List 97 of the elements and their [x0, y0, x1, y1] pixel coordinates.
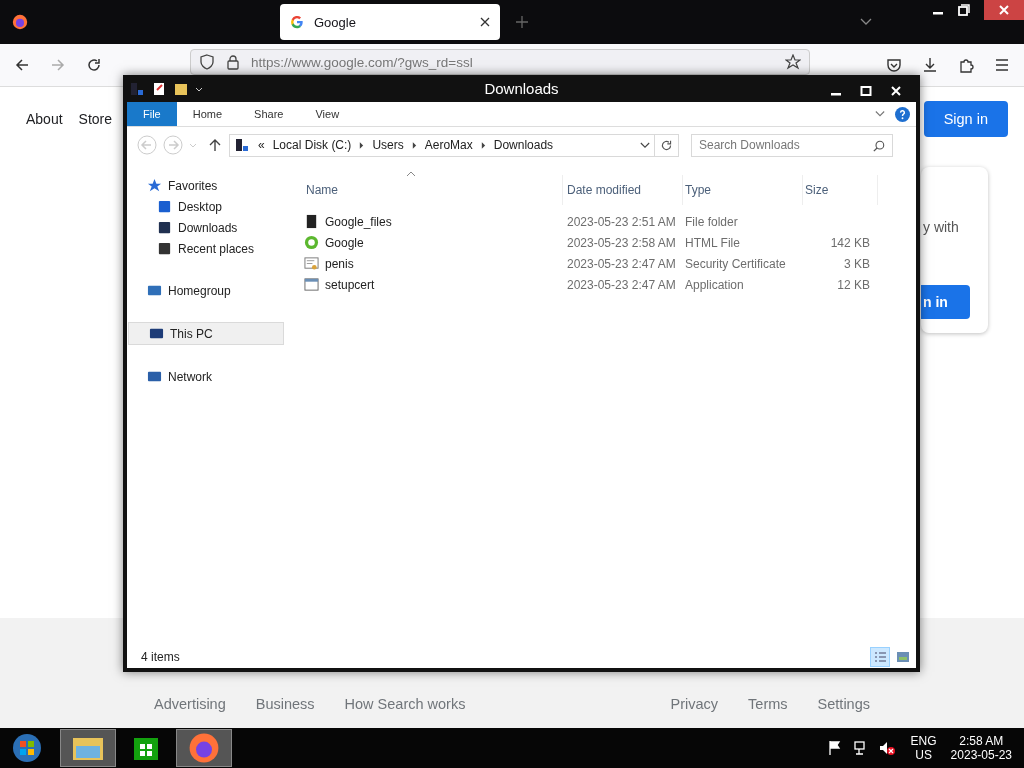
file-name: penis: [325, 256, 354, 271]
table-cell-text: Application: [684, 277, 745, 292]
ribbon-tab[interactable]: File: [127, 102, 177, 126]
up-arrow-icon[interactable]: [209, 138, 221, 152]
firefox-icon: [188, 732, 220, 764]
ribbon-tab[interactable]: Share: [238, 102, 300, 126]
chevron-right-icon: [411, 141, 417, 149]
sidebar-item[interactable]: Homegroup: [127, 280, 284, 301]
globe-icon: [304, 235, 319, 250]
sign-in-button[interactable]: n in: [921, 285, 970, 319]
back-icon[interactable]: [14, 57, 30, 73]
google-g-icon: [290, 15, 304, 29]
shield-icon: [199, 54, 215, 70]
chevron-down-icon[interactable]: [875, 110, 885, 118]
table-cell: 142 KB: [830, 235, 870, 250]
footer-link[interactable]: How Search works: [344, 696, 466, 712]
table-cell-text: 2023-05-23 2:51 AM: [566, 214, 677, 229]
menu-icon[interactable]: [994, 57, 1010, 73]
start-orb-icon[interactable]: [12, 733, 42, 763]
file-row[interactable]: Google_files 2023-05-23 2:51 AM File folder: [304, 211, 916, 232]
close-icon: [998, 4, 1010, 16]
sidebar-item[interactable]: Network: [127, 366, 284, 387]
table-cell-text: 2023-05-23 2:47 AM: [566, 277, 677, 292]
help-icon[interactable]: [895, 106, 910, 122]
puzzle-icon[interactable]: [958, 57, 974, 73]
chevron-down-icon[interactable]: [640, 141, 650, 149]
ribbon-tab[interactable]: View: [299, 102, 356, 126]
window-icon: [304, 277, 319, 292]
computer-icon: [234, 137, 250, 153]
file-row[interactable]: Google 2023-05-23 2:58 AM HTML File 142 KB: [304, 232, 916, 253]
footer-link[interactable]: Settings: [817, 696, 870, 712]
footer-link[interactable]: Advertising: [154, 696, 226, 712]
refresh-icon: [660, 138, 673, 152]
table-cell: 3 KB: [844, 256, 870, 271]
address-bar[interactable]: « Local Disk (C:) Users AeroMax Downloads: [229, 133, 655, 157]
column-header[interactable]: Name: [304, 175, 563, 205]
close-button[interactable]: [984, 0, 1024, 20]
computer-icon[interactable]: [129, 80, 145, 97]
sign-in-button[interactable]: Sign in: [923, 101, 1008, 137]
breadcrumb-item[interactable]: Downloads: [493, 138, 554, 152]
language-indicator[interactable]: ENG US: [910, 734, 937, 762]
sidebar-item[interactable]: Recent places: [127, 238, 284, 259]
breadcrumb-item[interactable]: «: [258, 138, 265, 152]
sidebar-item[interactable]: This PC: [128, 322, 284, 345]
table-cell-text: 2023-05-23 2:47 AM: [566, 256, 677, 271]
breadcrumb-item[interactable]: AeroMax: [424, 138, 473, 152]
maximize-icon[interactable]: [860, 84, 872, 97]
file-row[interactable]: setupcert 2023-05-23 2:47 AM Application 12 KB: [304, 274, 916, 295]
chevron-right-icon: [480, 141, 486, 149]
window-title: Downloads: [484, 80, 559, 97]
breadcrumb-item[interactable]: Users: [372, 138, 404, 152]
pocket-icon[interactable]: [886, 57, 902, 73]
column-header[interactable]: Date modified: [563, 175, 683, 205]
item-count: 4 items: [141, 650, 180, 664]
sidebar-item[interactable]: Downloads: [127, 217, 284, 238]
breadcrumb-item[interactable]: Local Disk (C:): [272, 138, 352, 152]
file-name: Google_files: [325, 214, 392, 229]
sidebar-item[interactable]: Favorites: [127, 175, 284, 196]
address-bar[interactable]: https://www.google.com/?gws_rd=ssl: [190, 49, 810, 75]
column-header[interactable]: Size: [803, 175, 878, 205]
restore-icon[interactable]: [958, 4, 970, 16]
file-name: setupcert: [325, 277, 375, 292]
ribbon-tab[interactable]: Home: [176, 102, 239, 126]
star-icon: [147, 178, 162, 193]
flag-icon[interactable]: [826, 740, 843, 756]
muted-speaker-icon[interactable]: [878, 740, 895, 756]
nav-link[interactable]: About: [26, 111, 63, 127]
firefox-icon[interactable]: [11, 13, 29, 31]
clock[interactable]: 2:58 AM 2023-05-23: [950, 734, 1012, 762]
properties-icon[interactable]: [151, 80, 167, 97]
download-icon[interactable]: [922, 57, 938, 73]
table-cell-text: 2023-05-23 2:58 AM: [566, 235, 677, 250]
table-cell-text: Security Certificate: [684, 256, 787, 271]
table-cell-text: File folder: [684, 214, 739, 229]
table-cell-text: HTML File: [684, 235, 741, 250]
chevron-down-icon[interactable]: [860, 18, 872, 26]
close-icon[interactable]: [480, 17, 490, 27]
file-name: Google: [325, 235, 364, 250]
refresh-button[interactable]: [655, 133, 679, 157]
file-row[interactable]: penis 2023-05-23 2:47 AM Security Certificate 3 KB: [304, 253, 916, 274]
lock-icon: [225, 54, 241, 70]
footer-link[interactable]: Privacy: [670, 696, 719, 712]
certificate-icon: [304, 256, 319, 271]
table-cell: 12 KB: [837, 277, 870, 292]
new-tab-icon[interactable]: [516, 16, 528, 28]
footer-link[interactable]: Business: [255, 696, 315, 712]
footer-link[interactable]: Terms: [748, 696, 788, 712]
search-field[interactable]: Search Downloads: [691, 133, 893, 157]
card-text: y with: [923, 219, 959, 235]
search-icon: [873, 139, 885, 152]
sidebar-item[interactable]: Desktop: [127, 196, 284, 217]
column-header[interactable]: Type: [683, 175, 803, 205]
reload-icon[interactable]: [86, 57, 102, 73]
browser-tab[interactable]: Google: [280, 4, 500, 40]
star-icon[interactable]: [785, 54, 801, 70]
chevron-right-icon: [359, 141, 365, 149]
nav-link[interactable]: Store: [78, 111, 113, 127]
